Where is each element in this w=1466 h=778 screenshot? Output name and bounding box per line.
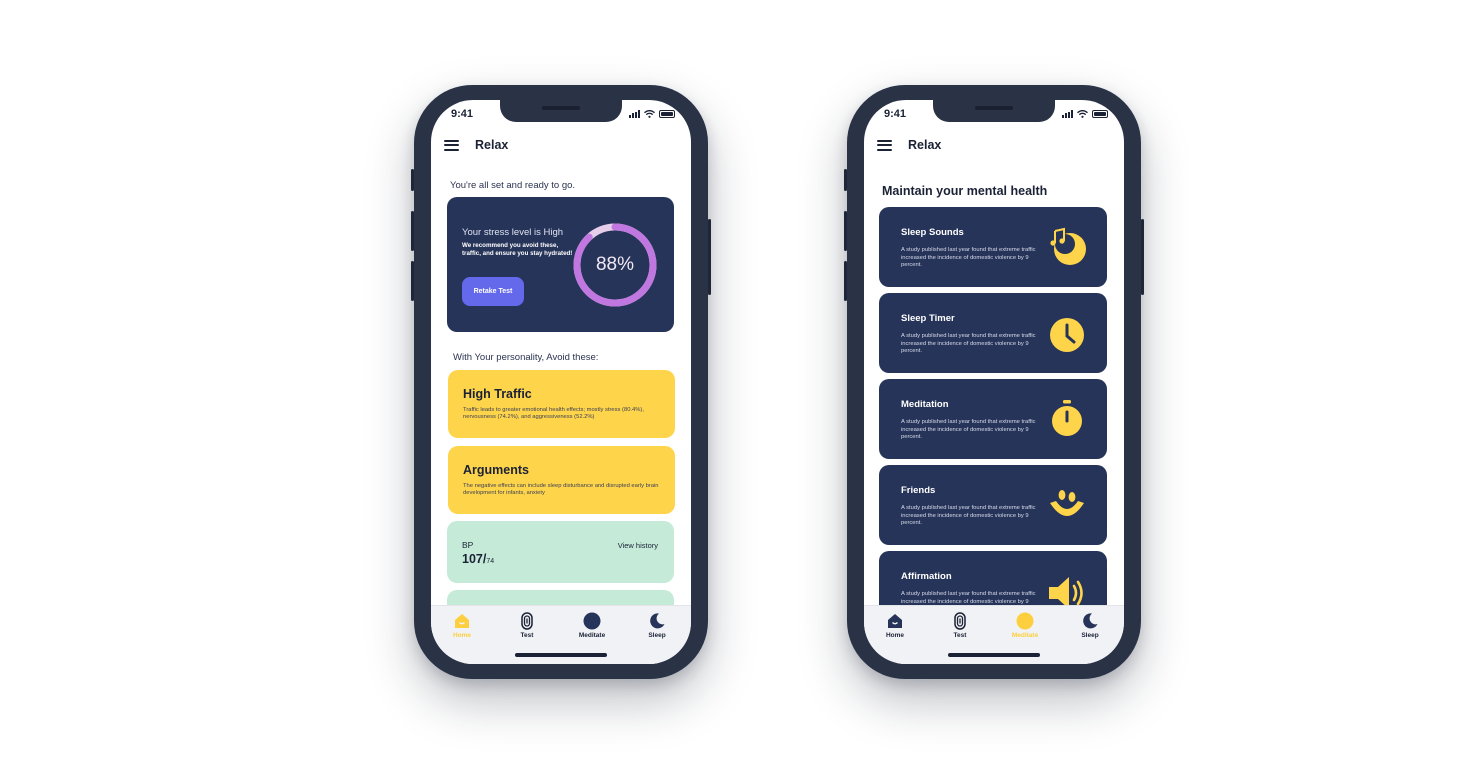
feature-title: Affirmation (901, 571, 952, 582)
notch (933, 100, 1055, 122)
feature-title: Meditation (901, 399, 949, 410)
feature-text: A study published last year found that e… (901, 333, 1036, 355)
power-button (708, 219, 711, 295)
volume-up-button (844, 211, 847, 251)
nav-test[interactable]: Test (936, 612, 984, 639)
status-time: 9:41 (451, 108, 474, 120)
feature-title: Sleep Sounds (901, 227, 964, 238)
screen-home: 9:41 Relax You're all set and ready to g… (431, 100, 691, 664)
phone-frame-left: 9:41 Relax You're all set and ready to g… (411, 85, 711, 679)
nav-home[interactable]: Home (438, 612, 486, 639)
volume-up-button (411, 211, 414, 251)
moon-icon (650, 613, 665, 629)
app-bar: Relax (444, 138, 508, 152)
friends-smile-icon (1050, 490, 1084, 516)
moon-icon (1083, 613, 1098, 629)
bp-label: BP (462, 540, 474, 550)
nav-label: Home (885, 632, 905, 639)
feature-text: A study published last year found that e… (901, 247, 1036, 269)
avoid-card-arguments[interactable]: Arguments The negative effects can inclu… (448, 446, 675, 514)
circle-icon (1016, 612, 1034, 630)
nav-label: Meditate (578, 632, 606, 639)
avoid-card-title: High Traffic (463, 387, 532, 401)
mute-switch (844, 169, 847, 191)
bottom-nav: Home Test Meditate Sleep (431, 605, 691, 664)
signal-icon (1062, 110, 1073, 118)
phone-frame-right: 9:41 Relax Maintain your mental health S… (844, 85, 1144, 679)
avoid-card-text: Traffic leads to greater emotional healt… (463, 407, 644, 421)
intro-text: You're all set and ready to go. (450, 180, 576, 191)
stopwatch-icon (1052, 400, 1082, 436)
feature-title: Friends (901, 485, 936, 496)
nav-meditate[interactable]: Meditate (568, 612, 616, 639)
feature-card-meditation[interactable]: Meditation A study published last year f… (879, 379, 1107, 459)
bottom-nav: Home Test Meditate Sleep (864, 605, 1124, 664)
volume-down-button (411, 261, 414, 301)
bp-value-diastolic: 74 (486, 558, 495, 565)
nav-label: Test (520, 632, 534, 639)
nav-label: Home (452, 632, 472, 639)
mute-switch (411, 169, 414, 191)
feature-card-friends[interactable]: Friends A study published last year foun… (879, 465, 1107, 545)
fingerprint-icon (954, 612, 966, 630)
feature-text: A study published last year found that e… (901, 419, 1036, 441)
avoid-label: With Your personality, Avoid these: (453, 352, 599, 363)
stress-card: Your stress level is High We recommend y… (447, 197, 674, 332)
fingerprint-icon (521, 612, 533, 630)
nav-sleep[interactable]: Sleep (1066, 612, 1114, 639)
avoid-card-title: Arguments (463, 463, 529, 477)
menu-icon[interactable] (877, 139, 892, 151)
section-title: Maintain your mental health (882, 184, 1048, 198)
nav-label: Sleep (648, 632, 666, 639)
power-button (1141, 219, 1144, 295)
clock-icon (1050, 318, 1084, 352)
home-indicator (515, 653, 607, 657)
home-icon (888, 614, 902, 628)
nav-label: Sleep (1081, 632, 1099, 639)
view-history-link[interactable]: View history (618, 541, 658, 550)
nav-meditate[interactable]: Meditate (1001, 612, 1049, 639)
nav-test[interactable]: Test (503, 612, 551, 639)
status-time: 9:41 (884, 108, 907, 120)
moon-music-icon (1050, 227, 1086, 265)
stress-title: Your stress level is High (462, 227, 564, 238)
stress-percentage: 88% (595, 254, 635, 275)
menu-icon[interactable] (444, 139, 459, 151)
home-icon (455, 614, 469, 628)
battery-icon (659, 110, 675, 118)
circle-icon (583, 612, 601, 630)
feature-card-sleep-sounds[interactable]: Sleep Sounds A study published last year… (879, 207, 1107, 287)
wifi-icon (644, 110, 655, 118)
feature-card-sleep-timer[interactable]: Sleep Timer A study published last year … (879, 293, 1107, 373)
screen-meditate: 9:41 Relax Maintain your mental health S… (864, 100, 1124, 664)
battery-icon (1092, 110, 1108, 118)
nav-home[interactable]: Home (871, 612, 919, 639)
bp-value: 107/74 (462, 552, 495, 566)
avoid-card-text: The negative effects can include sleep d… (463, 483, 659, 497)
signal-icon (629, 110, 640, 118)
home-indicator (948, 653, 1040, 657)
nav-sleep[interactable]: Sleep (633, 612, 681, 639)
nav-label: Test (953, 632, 967, 639)
bp-card[interactable]: BP 107/74 View history (447, 521, 674, 583)
avoid-card-high-traffic[interactable]: High Traffic Traffic leads to greater em… (448, 370, 675, 438)
retake-test-button[interactable]: Retake Test (462, 277, 524, 306)
feature-text: A study published last year found that e… (901, 505, 1036, 527)
stress-recommendation: We recommend you avoid these, traffic, a… (462, 242, 573, 257)
app-title: Relax (908, 138, 942, 152)
feature-title: Sleep Timer (901, 313, 955, 324)
notch (500, 100, 622, 122)
app-title: Relax (475, 138, 509, 152)
volume-down-button (844, 261, 847, 301)
app-bar: Relax (877, 138, 941, 152)
nav-label: Meditate (1011, 632, 1039, 639)
wifi-icon (1077, 110, 1088, 118)
